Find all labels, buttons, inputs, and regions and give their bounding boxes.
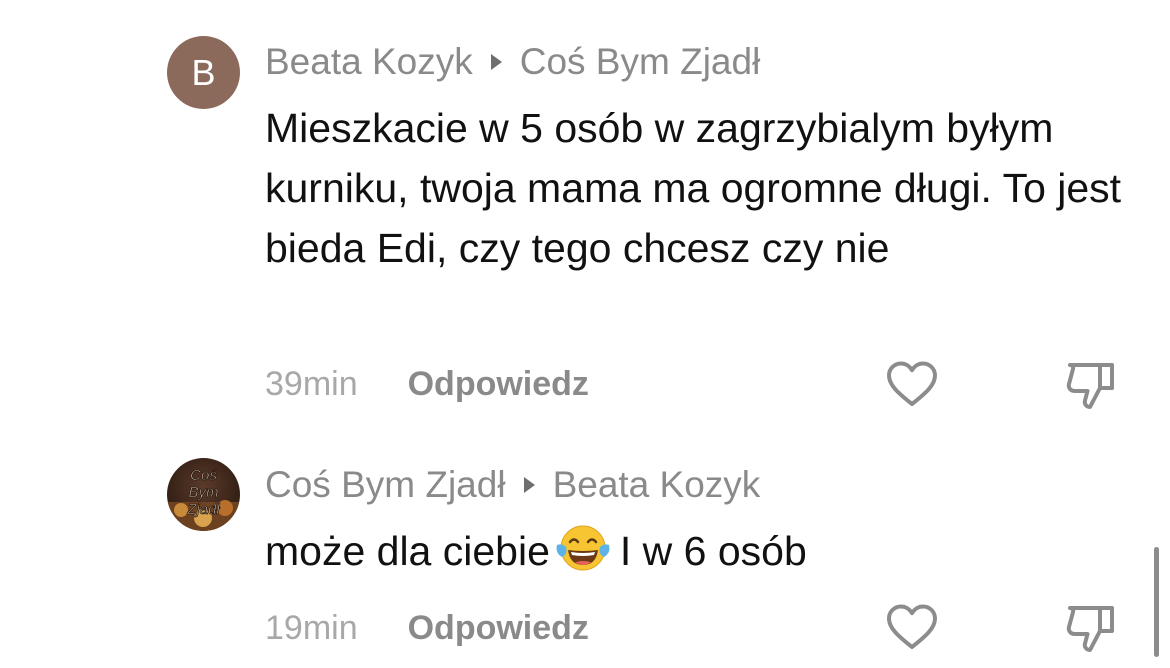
avatar-text-line: Bym [189,484,219,501]
reply-button[interactable]: Odpowiedz [408,609,589,648]
comment-time: 39min [265,364,358,403]
comment-header: Coś Bym Zjadł Beata Kozyk [265,461,760,509]
comment-reply-to[interactable]: Beata Kozyk [553,464,761,506]
reply-button[interactable]: Odpowiedz [408,365,589,404]
reply-arrow-icon [523,477,535,493]
avatar-text-line: Zjadł [186,501,220,518]
thumbs-down-outline-icon[interactable] [1062,357,1118,413]
comment-author[interactable]: Beata Kozyk [265,41,473,83]
comment-reply-to[interactable]: Coś Bym Zjadł [520,41,761,83]
comment-header: Beata Kozyk Coś Bym Zjadł [265,38,760,86]
heart-outline-icon[interactable] [884,600,940,656]
avatar[interactable]: B [167,36,240,109]
avatar-letter: B [191,51,216,93]
comment-time: 19min [265,608,358,647]
comment-meta: 39min Odpowiedz [265,362,589,406]
comment-text: Mieszkacie w 5 osób w zagrzybialym byłym… [265,105,1122,271]
comment-text-before: może dla ciebie [265,528,550,574]
comment-text: może dla ciebie I w 6 osób [265,521,1145,589]
avatar-text-line: Coś [190,467,217,484]
reply-arrow-icon [490,54,502,70]
comment-meta: 19min Odpowiedz [265,606,589,650]
comment-text-after: I w 6 osób [619,528,807,574]
avatar[interactable]: Coś Bym Zjadł [167,458,240,531]
heart-outline-icon[interactable] [884,357,940,413]
face-with-tears-of-joy-icon [554,523,612,589]
comment-author[interactable]: Coś Bym Zjadł [265,464,506,506]
thumbs-down-outline-icon[interactable] [1062,600,1118,656]
scrollbar[interactable] [1154,547,1159,657]
